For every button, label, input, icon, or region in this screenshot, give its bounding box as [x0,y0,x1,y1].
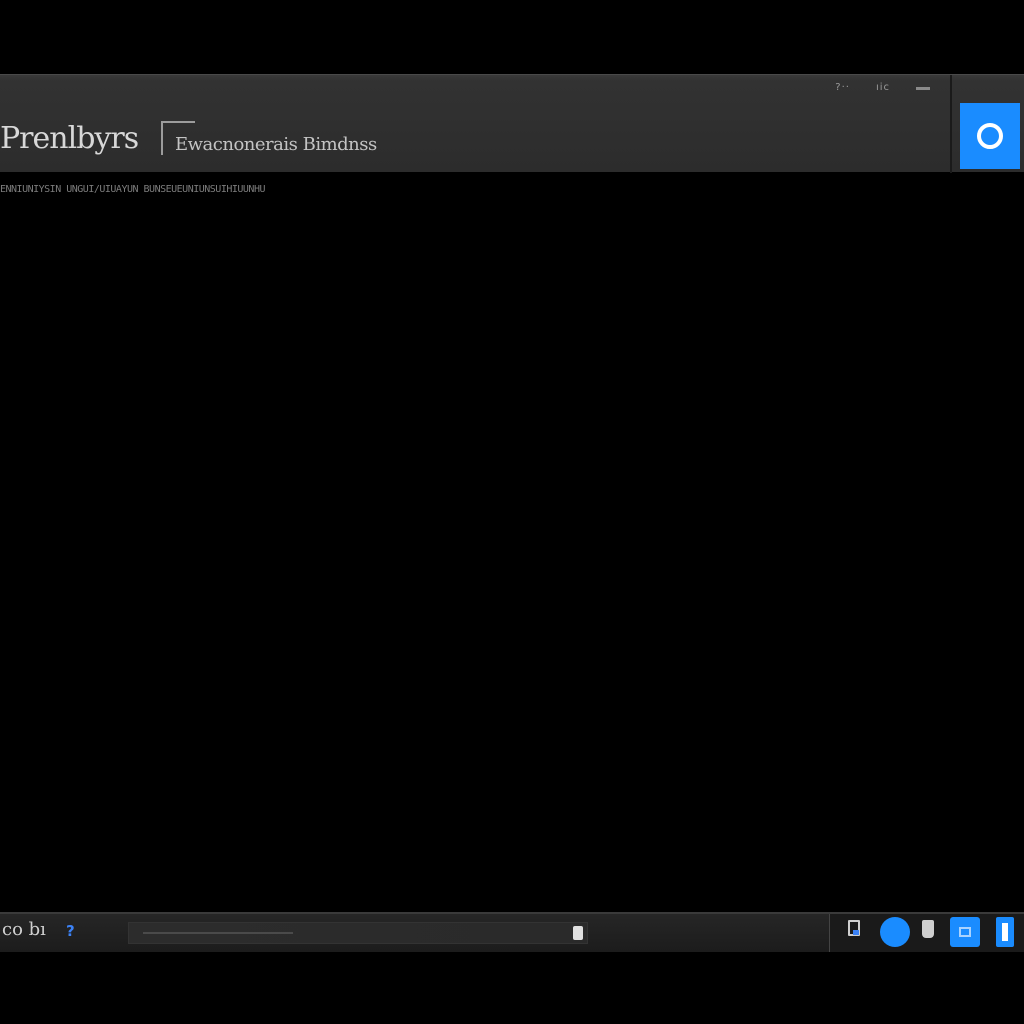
window-square-icon[interactable] [950,917,980,947]
app-subtitle: Ewacnonerais Bimdnss [175,134,377,155]
title-strip: ?·· ıic Prenlbyrs Ewacnonerais Bimdnss [0,75,952,173]
title-separator [161,121,195,155]
bar-app-icon[interactable] [996,917,1014,947]
system-tray [829,914,1024,952]
cup-icon[interactable] [922,920,934,938]
refresh-ring-icon [977,123,1003,149]
window-controls: ?·· ıic [835,81,930,95]
help-icon[interactable]: ? [66,922,75,940]
circle-app-icon[interactable] [880,917,910,947]
breadcrumb: ENNIUNIYSIN UNGUI/UIUAYUN BUNSEUEUNIUNSU… [0,184,265,195]
main-content [0,198,1024,908]
search-handle-icon[interactable] [573,926,583,940]
help-control[interactable]: ?·· [835,83,850,93]
taskbar-search-input[interactable] [128,922,588,944]
refresh-button[interactable] [960,103,1020,169]
app-name: Prenlbyrs [0,121,139,156]
taskbar: co bı ? [0,912,1024,952]
minimize-icon[interactable] [916,86,930,90]
restore-control[interactable]: ıic [876,83,890,93]
window-title-bar: ?·· ıic Prenlbyrs Ewacnonerais Bimdnss [0,74,1024,173]
start-label[interactable]: co bı [2,919,46,940]
screen: ?·· ıic Prenlbyrs Ewacnonerais Bimdnss E… [0,0,1024,1024]
document-icon[interactable] [848,920,860,936]
